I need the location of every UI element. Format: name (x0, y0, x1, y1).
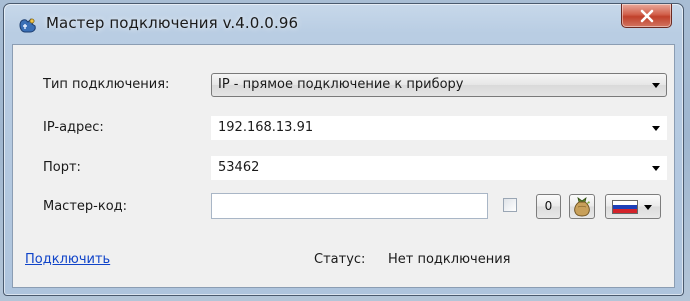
master-code-label: Мастер-код: (43, 199, 128, 214)
connection-type-value: IP - прямое подключение к прибору (218, 77, 464, 92)
ip-address-value[interactable]: 192.168.13.91 (218, 120, 313, 135)
port-label: Порт: (43, 160, 81, 175)
language-select[interactable] (605, 194, 661, 219)
money-bag-icon (574, 197, 590, 217)
dialog-body: Тип подключения: IP - прямое подключение… (12, 44, 675, 288)
connect-link[interactable]: Подключить (25, 252, 110, 267)
ip-address-combobox[interactable]: 192.168.13.91 (211, 116, 667, 140)
chevron-down-icon[interactable] (652, 166, 660, 171)
zero-button-label: 0 (544, 199, 553, 213)
money-bag-button[interactable] (569, 194, 595, 219)
zero-button[interactable]: 0 (536, 194, 561, 219)
master-code-input[interactable] (211, 193, 488, 219)
chevron-down-icon[interactable] (652, 126, 660, 131)
chevron-down-icon (644, 205, 652, 210)
connection-wizard-window: Мастер подключения v.4.0.0.96 Тип подклю… (3, 3, 684, 296)
hand-key-icon (18, 16, 38, 34)
status-label: Статус: (314, 252, 366, 267)
title-bar[interactable]: Мастер подключения v.4.0.0.96 (4, 4, 683, 44)
connection-type-label: Тип подключения: (43, 77, 170, 92)
russian-flag-icon (612, 200, 638, 214)
window-title: Мастер подключения v.4.0.0.96 (46, 14, 299, 32)
chevron-down-icon (652, 83, 660, 88)
ip-address-label: IP-адрес: (43, 120, 104, 135)
close-button[interactable] (621, 4, 672, 28)
show-code-checkbox[interactable] (503, 198, 517, 212)
port-value[interactable]: 53462 (218, 160, 259, 175)
close-icon (640, 9, 654, 23)
status-value: Нет подключения (388, 252, 511, 267)
connection-type-select[interactable]: IP - прямое подключение к прибору (211, 73, 667, 97)
port-combobox[interactable]: 53462 (211, 156, 667, 180)
